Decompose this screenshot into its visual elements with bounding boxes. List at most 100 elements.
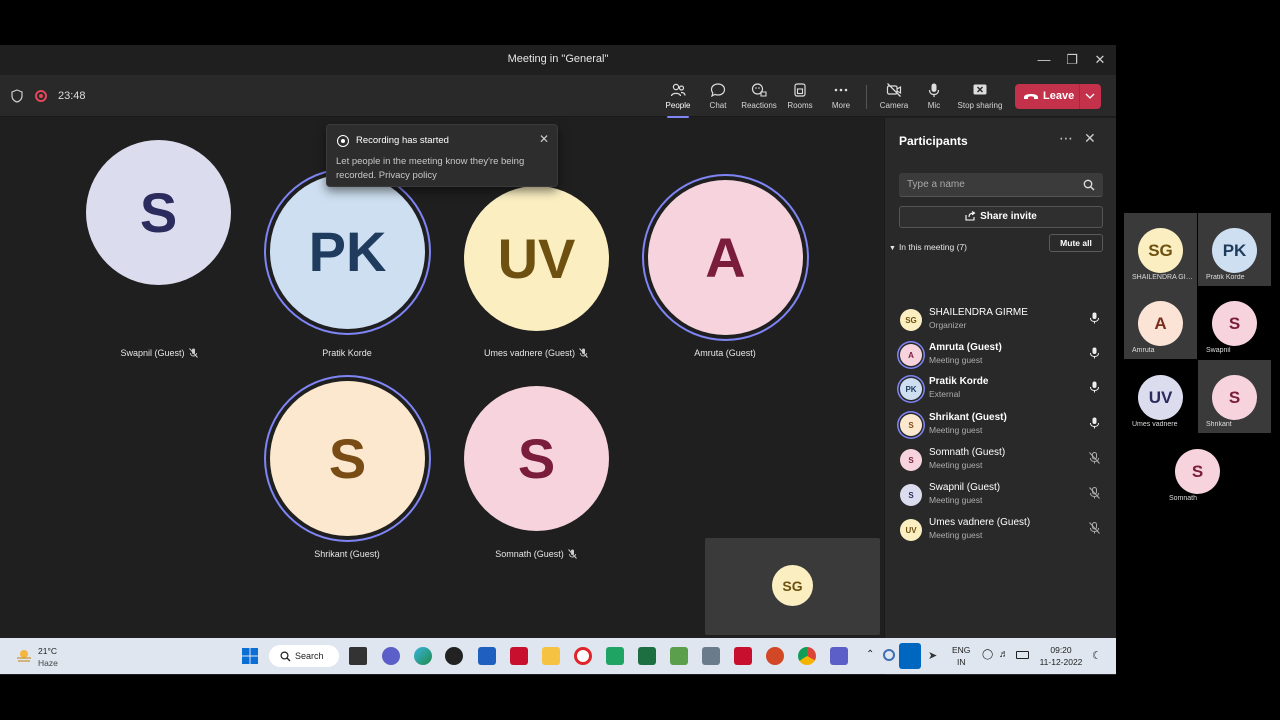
share-invite-button[interactable]: Share invite <box>899 206 1103 228</box>
avatar: S <box>1175 449 1220 494</box>
mic-status[interactable] <box>1089 486 1100 504</box>
photos-icon[interactable] <box>670 647 688 665</box>
participant-name: Swapnil (Guest) <box>49 348 269 358</box>
stop-sharing-button[interactable]: Stop sharing <box>957 81 1003 115</box>
battery-icon[interactable] <box>1016 651 1029 659</box>
close-icon[interactable]: ✕ <box>1084 130 1096 147</box>
excel-icon[interactable] <box>638 647 656 665</box>
leave-label: Leave <box>1043 90 1075 102</box>
mcafee-icon[interactable] <box>510 647 528 665</box>
participant-role: Meeting guest <box>929 530 983 540</box>
strip-participant-name: Shrikant <box>1206 421 1232 428</box>
mute-all-button[interactable]: Mute all <box>1049 234 1103 252</box>
participant-row[interactable]: SG SHAILENDRA GIRME Organizer <box>885 305 1116 339</box>
mic-button[interactable]: Mic <box>911 81 957 115</box>
participant-row[interactable]: S Swapnil (Guest) Meeting guest <box>885 480 1116 514</box>
more-label: More <box>831 101 851 110</box>
strip-participant-tile[interactable]: A Amruta <box>1124 286 1197 359</box>
strip-participant-tile[interactable]: SG SHAILENDRA GIR... <box>1124 213 1197 286</box>
wifi-icon[interactable]: ◯ <box>982 649 993 660</box>
avatar-initials: S <box>1191 461 1204 481</box>
self-view-tile[interactable]: SG <box>705 538 880 635</box>
mic-off-icon <box>567 549 577 559</box>
dell-icon[interactable] <box>445 647 463 665</box>
strip-participant-tile[interactable]: UV Umes vadnere <box>1124 360 1197 433</box>
chat-button[interactable]: Chat <box>695 81 741 115</box>
show-hidden-icons[interactable]: ⌃ <box>866 649 874 660</box>
more-icon <box>834 88 848 92</box>
sync-icon[interactable] <box>883 649 895 661</box>
participants-panel: Participants ⋯ ✕ Share invite ▼In this m… <box>884 118 1116 675</box>
language-indicator[interactable]: ENG <box>952 645 970 655</box>
in-meeting-section-header[interactable]: ▼ In this meeting (7) <box>889 242 967 252</box>
strip-participant-name: Pratik Korde <box>1206 274 1245 281</box>
recording-notification: Recording has started Let people in the … <box>326 124 558 187</box>
teams-chat-icon[interactable] <box>382 647 400 665</box>
windows-start-icon[interactable] <box>241 647 259 665</box>
search-icon[interactable] <box>1083 179 1095 191</box>
more-options-icon[interactable]: ⋯ <box>1059 130 1073 147</box>
task-view-icon[interactable] <box>349 647 367 665</box>
powerpoint-icon[interactable] <box>766 647 784 665</box>
participant-row[interactable]: S Somnath (Guest) Meeting guest <box>885 445 1116 479</box>
reactions-button[interactable]: Reactions <box>736 81 782 115</box>
mic-status[interactable] <box>1089 380 1100 398</box>
participant-name: Somnath (Guest) <box>426 549 646 559</box>
region-indicator[interactable]: IN <box>957 657 966 667</box>
mic-status[interactable] <box>1089 311 1100 329</box>
chevron-down-icon[interactable] <box>1085 93 1095 100</box>
close-icon[interactable]: ✕ <box>1090 50 1110 70</box>
taskbar-search-button[interactable]: Search <box>269 645 339 667</box>
strip-participant-tile[interactable]: S Swapnil <box>1198 286 1271 359</box>
avatar-initials: S <box>1228 313 1241 333</box>
participant-row[interactable]: A Amruta (Guest) Meeting guest <box>885 340 1116 374</box>
strip-participant-name: Umes vadnere <box>1132 421 1178 428</box>
mcafee-security-icon[interactable] <box>734 647 752 665</box>
mic-status[interactable] <box>1089 416 1100 434</box>
minimize-icon[interactable]: — <box>1034 50 1054 70</box>
participant-row[interactable]: S Shrikant (Guest) Meeting guest <box>885 410 1116 444</box>
avatar-initials: SG <box>905 315 917 325</box>
participant-role: External <box>929 389 961 399</box>
panel-title: Participants <box>899 134 968 148</box>
file-explorer-icon[interactable] <box>542 647 560 665</box>
reactions-label: Reactions <box>741 101 777 110</box>
opera-icon[interactable] <box>574 647 592 665</box>
teams-icon[interactable] <box>830 647 848 665</box>
close-icon[interactable]: ✕ <box>539 132 549 146</box>
weather-condition: Haze <box>38 658 58 668</box>
avatar-initials: PK <box>308 220 387 283</box>
mic-label: Mic <box>927 101 941 110</box>
location-icon[interactable]: ➤ <box>928 649 937 662</box>
participant-row[interactable]: PK Pratik Korde External <box>885 374 1116 408</box>
search-input[interactable] <box>899 173 1103 197</box>
clock-time[interactable]: 09:20 <box>1040 645 1082 655</box>
leave-button[interactable]: Leave <box>1015 84 1101 109</box>
store-icon[interactable] <box>478 647 496 665</box>
messages-icon[interactable] <box>606 647 624 665</box>
strip-participant-tile[interactable]: PK Pratik Korde <box>1198 213 1271 286</box>
restore-icon[interactable]: ❐ <box>1062 50 1082 70</box>
notifications-icon[interactable]: ☾ <box>1092 649 1102 662</box>
weather-haze-icon[interactable] <box>16 648 32 664</box>
calculator-icon[interactable] <box>702 647 720 665</box>
edge-browser-icon[interactable] <box>414 647 432 665</box>
stop-sharing-label: Stop sharing <box>957 101 1003 110</box>
mic-status[interactable] <box>1089 521 1100 539</box>
strip-participant-tile[interactable]: S Shrikant <box>1198 360 1271 433</box>
mic-status[interactable] <box>1089 346 1100 364</box>
strip-participant-tile[interactable]: S Somnath <box>1161 434 1234 507</box>
participant-row[interactable]: UV Umes vadnere (Guest) Meeting guest <box>885 515 1116 549</box>
rooms-button[interactable]: Rooms <box>777 81 823 115</box>
chrome-icon[interactable] <box>798 647 816 665</box>
avatar-initials: S <box>139 181 178 244</box>
mic-status[interactable] <box>1089 451 1100 469</box>
notification-title: Recording has started <box>356 135 449 146</box>
participant-name: Amruta (Guest) <box>929 342 1002 353</box>
more-button[interactable]: More <box>818 81 864 115</box>
chevron-down-icon: ▼ <box>889 245 896 252</box>
volume-icon[interactable]: ♬ <box>999 649 1009 660</box>
section-label: In this meeting (7) <box>898 242 967 252</box>
clock-date[interactable]: 11-12-2022 <box>1036 657 1086 667</box>
microphone-in-use-icon[interactable] <box>899 643 921 669</box>
